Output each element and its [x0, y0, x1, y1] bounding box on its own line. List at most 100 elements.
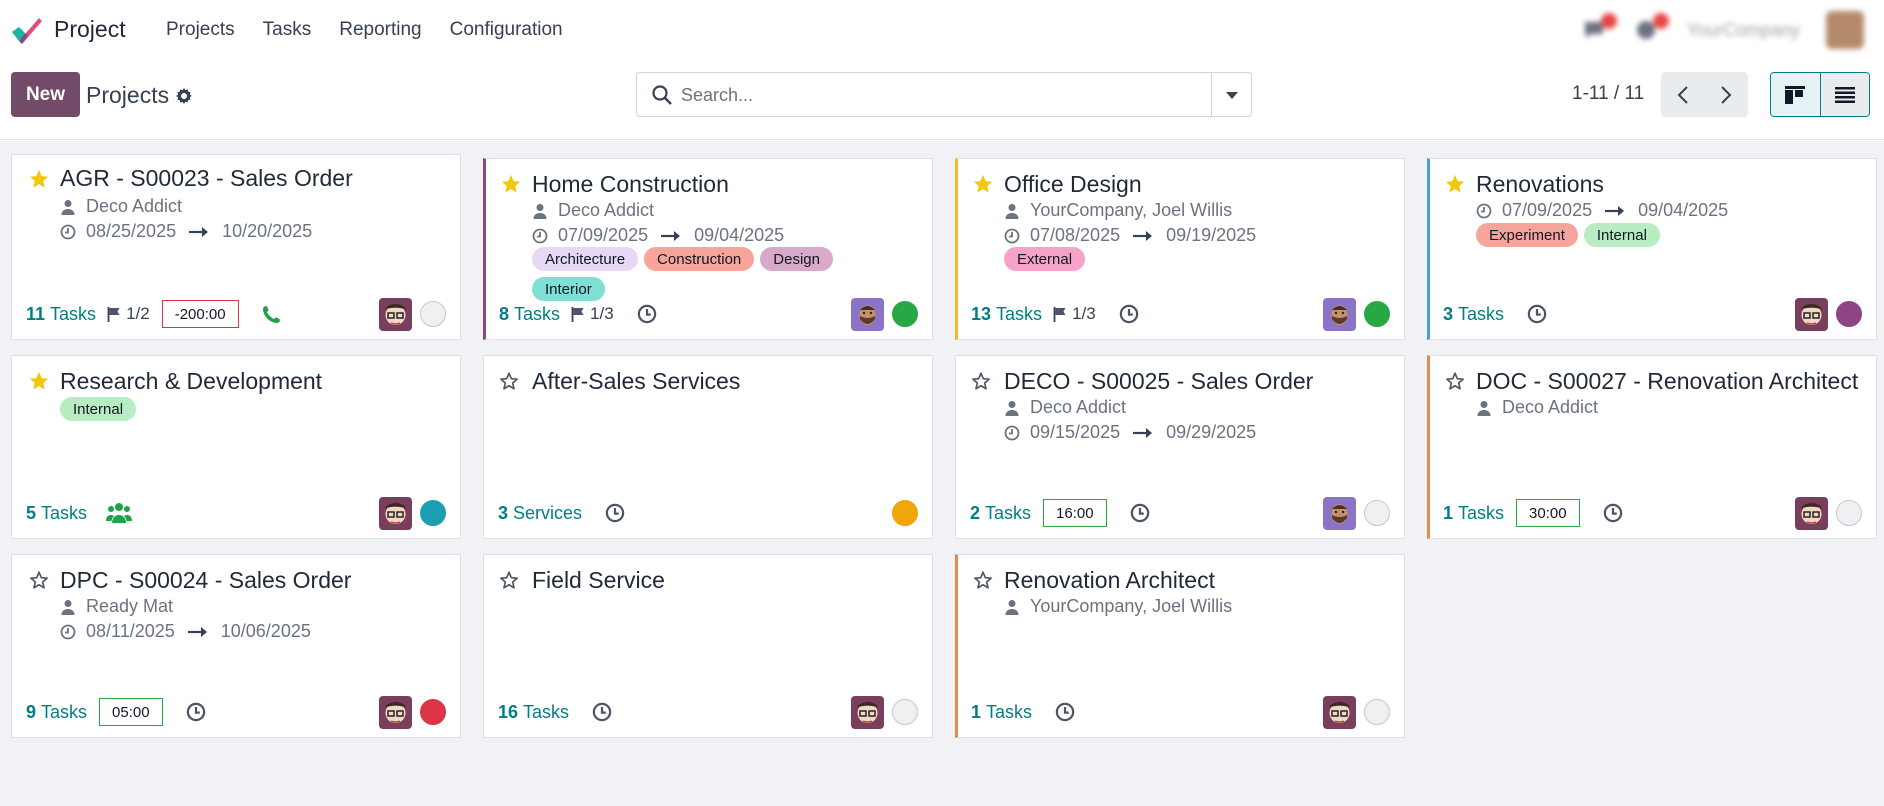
project-customer: Deco Addict [532, 200, 654, 221]
favorite-star-icon[interactable] [500, 173, 522, 195]
manager-avatar[interactable] [1323, 497, 1356, 530]
activity-clock-icon[interactable] [636, 303, 658, 325]
tasks-link[interactable]: 1 Tasks [971, 702, 1032, 723]
activity-clock-icon[interactable] [1526, 303, 1548, 325]
favorite-star-empty-icon[interactable] [498, 569, 520, 591]
status-indicator[interactable] [420, 301, 446, 327]
project-card[interactable]: Home Construction Deco Addict 07/09/2025… [483, 158, 933, 340]
status-indicator[interactable] [892, 301, 918, 327]
tasks-link[interactable]: 13 Tasks [971, 304, 1042, 325]
company-switcher[interactable]: YourCompany [1687, 20, 1800, 41]
manager-avatar[interactable] [1323, 696, 1356, 729]
tasks-link[interactable]: 1 Tasks [1443, 503, 1504, 524]
phone-icon[interactable] [261, 303, 283, 325]
project-customer: YourCompany, Joel Willis [1004, 200, 1232, 221]
flag-icon [570, 306, 586, 322]
manager-avatar[interactable] [379, 497, 412, 530]
activity-clock-icon[interactable] [1054, 701, 1076, 723]
favorite-star-empty-icon[interactable] [972, 569, 994, 591]
card-footer: 13 Tasks 1/3 [971, 299, 1390, 329]
activity-clock-icon[interactable] [1635, 13, 1669, 41]
project-card[interactable]: DOC - S00027 - Renovation Architect Deco… [1427, 355, 1877, 539]
card-footer: 3 Tasks [1443, 299, 1862, 329]
manager-avatar[interactable] [1795, 298, 1828, 331]
status-indicator[interactable] [1364, 500, 1390, 526]
tag-list: Experiment Internal [1476, 223, 1816, 247]
activity-clock-icon[interactable] [604, 502, 626, 524]
milestone-indicator: 1/3 [1052, 304, 1096, 324]
tasks-link[interactable]: 2 Tasks [970, 503, 1031, 524]
favorite-star-icon[interactable] [972, 173, 994, 195]
project-card[interactable]: Renovation Architect YourCompany, Joel W… [955, 554, 1405, 738]
favorite-star-icon[interactable] [28, 168, 50, 190]
activity-clock-icon[interactable] [1602, 502, 1624, 524]
kanban-board: AGR - S00023 - Sales Order Deco Addict 0… [0, 141, 1884, 806]
breadcrumb-title: Projects [86, 82, 170, 108]
project-app-logo-icon[interactable] [10, 14, 42, 46]
systray: YourCompany [1583, 10, 1864, 50]
activity-clock-icon[interactable] [1129, 502, 1151, 524]
menu-item-reporting[interactable]: Reporting [325, 19, 435, 41]
favorite-star-empty-icon[interactable] [1444, 370, 1466, 392]
pager-value[interactable]: 1-11 / 11 [1572, 83, 1644, 105]
user-icon [1004, 400, 1020, 416]
project-card[interactable]: After-Sales Services 3 Services [483, 355, 933, 539]
search-options-toggle[interactable] [1211, 73, 1251, 116]
list-view-button[interactable] [1820, 73, 1869, 116]
services-link[interactable]: 3 Services [498, 503, 582, 524]
status-indicator[interactable] [420, 500, 446, 526]
tag-design: Design [760, 247, 833, 271]
tag-construction: Construction [644, 247, 755, 271]
project-card[interactable]: Renovations 07/09/2025 09/04/2025 Experim… [1427, 158, 1877, 340]
user-icon [60, 599, 76, 615]
manager-avatar[interactable] [379, 298, 412, 331]
user-icon [532, 203, 548, 219]
search-input[interactable] [681, 79, 1181, 111]
activity-clock-icon[interactable] [185, 701, 207, 723]
tasks-link[interactable]: 11 Tasks [26, 304, 96, 325]
favorite-star-icon[interactable] [28, 370, 50, 392]
manager-avatar[interactable] [379, 696, 412, 729]
tasks-link[interactable]: 16 Tasks [498, 702, 569, 723]
status-indicator[interactable] [1364, 699, 1390, 725]
pager-next-button[interactable] [1705, 72, 1749, 117]
activity-clock-icon[interactable] [1118, 303, 1140, 325]
status-indicator[interactable] [420, 699, 446, 725]
new-button[interactable]: New [11, 72, 80, 117]
status-indicator[interactable] [1836, 301, 1862, 327]
users-icon[interactable] [105, 502, 133, 524]
manager-avatar[interactable] [851, 696, 884, 729]
favorite-star-empty-icon[interactable] [498, 370, 520, 392]
manager-avatar[interactable] [851, 298, 884, 331]
project-card[interactable]: DPC - S00024 - Sales Order Ready Mat 08/… [11, 554, 461, 738]
menu-item-projects[interactable]: Projects [152, 19, 249, 41]
tasks-link[interactable]: 9 Tasks [26, 702, 87, 723]
tasks-link[interactable]: 5 Tasks [26, 503, 87, 524]
activity-clock-icon[interactable] [591, 701, 613, 723]
project-card[interactable]: Research & Development Internal 5 Tasks [11, 355, 461, 539]
manager-avatar[interactable] [1323, 298, 1356, 331]
user-icon [60, 199, 76, 215]
app-name[interactable]: Project [54, 16, 126, 43]
project-card[interactable]: Office Design YourCompany, Joel Willis 0… [955, 158, 1405, 340]
gear-icon[interactable] [174, 86, 194, 106]
menu-item-configuration[interactable]: Configuration [436, 19, 577, 41]
menu-item-tasks[interactable]: Tasks [249, 19, 326, 41]
kanban-view-button[interactable] [1771, 73, 1821, 116]
user-avatar[interactable] [1826, 11, 1864, 49]
favorite-star-icon[interactable] [1444, 173, 1466, 195]
project-card[interactable]: DECO - S00025 - Sales Order Deco Addict … [955, 355, 1405, 539]
favorite-star-empty-icon[interactable] [28, 569, 50, 591]
pager-previous-button[interactable] [1661, 72, 1705, 117]
manager-avatar[interactable] [1795, 497, 1828, 530]
tasks-link[interactable]: 3 Tasks [1443, 304, 1504, 325]
status-indicator[interactable] [892, 699, 918, 725]
status-indicator[interactable] [1364, 301, 1390, 327]
tasks-link[interactable]: 8 Tasks [499, 304, 560, 325]
project-card[interactable]: Field Service 16 Tasks [483, 554, 933, 738]
status-indicator[interactable] [892, 500, 918, 526]
status-indicator[interactable] [1836, 500, 1862, 526]
project-card[interactable]: AGR - S00023 - Sales Order Deco Addict 0… [11, 154, 461, 340]
messaging-icon[interactable] [1583, 13, 1617, 41]
favorite-star-empty-icon[interactable] [970, 370, 992, 392]
